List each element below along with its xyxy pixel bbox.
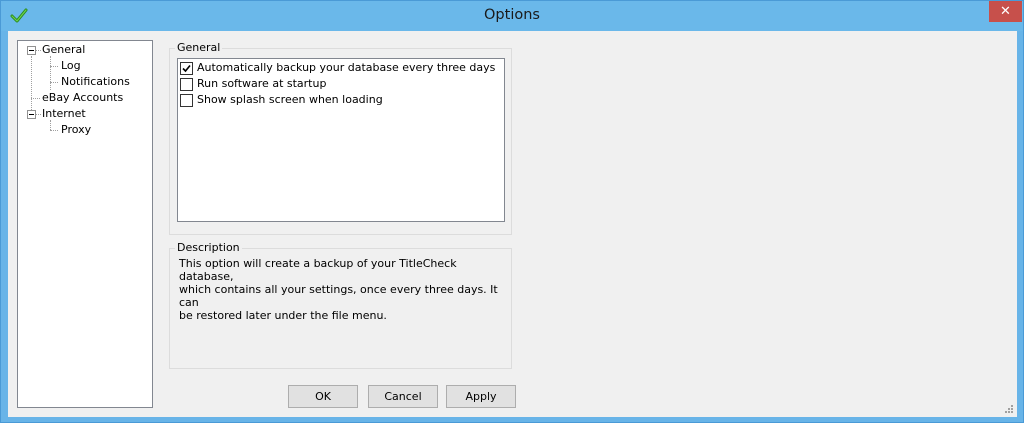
collapse-general-icon[interactable] bbox=[27, 46, 36, 55]
resize-grip-icon[interactable] bbox=[1003, 403, 1013, 413]
run-at-startup-checkbox[interactable] bbox=[180, 78, 193, 91]
description-text: This option will create a backup of your… bbox=[179, 257, 498, 322]
tree-item-ebay-accounts[interactable]: eBay Accounts bbox=[42, 90, 123, 106]
title-bar[interactable]: Options ✕ bbox=[1, 1, 1023, 31]
apply-button[interactable]: Apply bbox=[446, 385, 516, 408]
general-group-label: General bbox=[175, 41, 223, 54]
dialog-client-area: General Log Notifications eBay Accounts … bbox=[8, 31, 1017, 417]
collapse-internet-icon[interactable] bbox=[27, 110, 36, 119]
general-options-list[interactable]: Automatically backup your database every… bbox=[177, 58, 505, 222]
tree-item-general[interactable]: General bbox=[42, 42, 85, 58]
cancel-button[interactable]: Cancel bbox=[368, 385, 438, 408]
options-tree[interactable]: General Log Notifications eBay Accounts … bbox=[17, 40, 153, 408]
options-window: Options ✕ General Log Notifications eBay… bbox=[0, 0, 1024, 423]
tree-item-notifications[interactable]: Notifications bbox=[61, 74, 130, 90]
checkmark-icon bbox=[182, 64, 191, 73]
ok-button[interactable]: OK bbox=[288, 385, 358, 408]
close-icon: ✕ bbox=[1000, 4, 1011, 19]
window-title: Options bbox=[484, 7, 540, 23]
tree-item-internet[interactable]: Internet bbox=[42, 106, 86, 122]
close-button[interactable]: ✕ bbox=[989, 1, 1022, 22]
auto-backup-checkbox[interactable] bbox=[180, 62, 193, 75]
description-group-label: Description bbox=[175, 241, 242, 254]
splash-screen-checkbox[interactable] bbox=[180, 94, 193, 107]
tree-item-log[interactable]: Log bbox=[61, 58, 81, 74]
tree-item-proxy[interactable]: Proxy bbox=[61, 122, 91, 138]
